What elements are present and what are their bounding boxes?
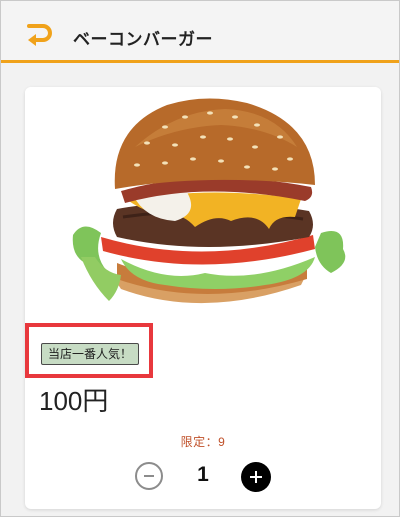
product-card: 当店一番人気！ 100円 限定：9 1: [25, 87, 381, 509]
header-bar: ベーコンバーガー: [1, 1, 399, 63]
quantity-stepper: 1: [25, 459, 381, 493]
burger-illustration: [72, 98, 346, 304]
badge-highlight: 当店一番人気！: [25, 323, 153, 378]
product-image: [25, 87, 381, 323]
limit-label: 限定：9: [180, 435, 226, 449]
plus-circle-icon[interactable]: [241, 462, 271, 492]
app-window: ベーコンバーガー 当店一番人気！ 100円 限定：9 1: [0, 0, 400, 517]
price-label: 100円: [39, 386, 109, 416]
popular-badge: 当店一番人気！: [41, 343, 140, 365]
page-title: ベーコンバーガー: [73, 30, 213, 49]
minus-circle-icon[interactable]: [135, 462, 163, 490]
return-arrow-icon: [27, 24, 52, 46]
quantity-value: 1: [197, 463, 209, 486]
back-button[interactable]: [23, 22, 53, 48]
